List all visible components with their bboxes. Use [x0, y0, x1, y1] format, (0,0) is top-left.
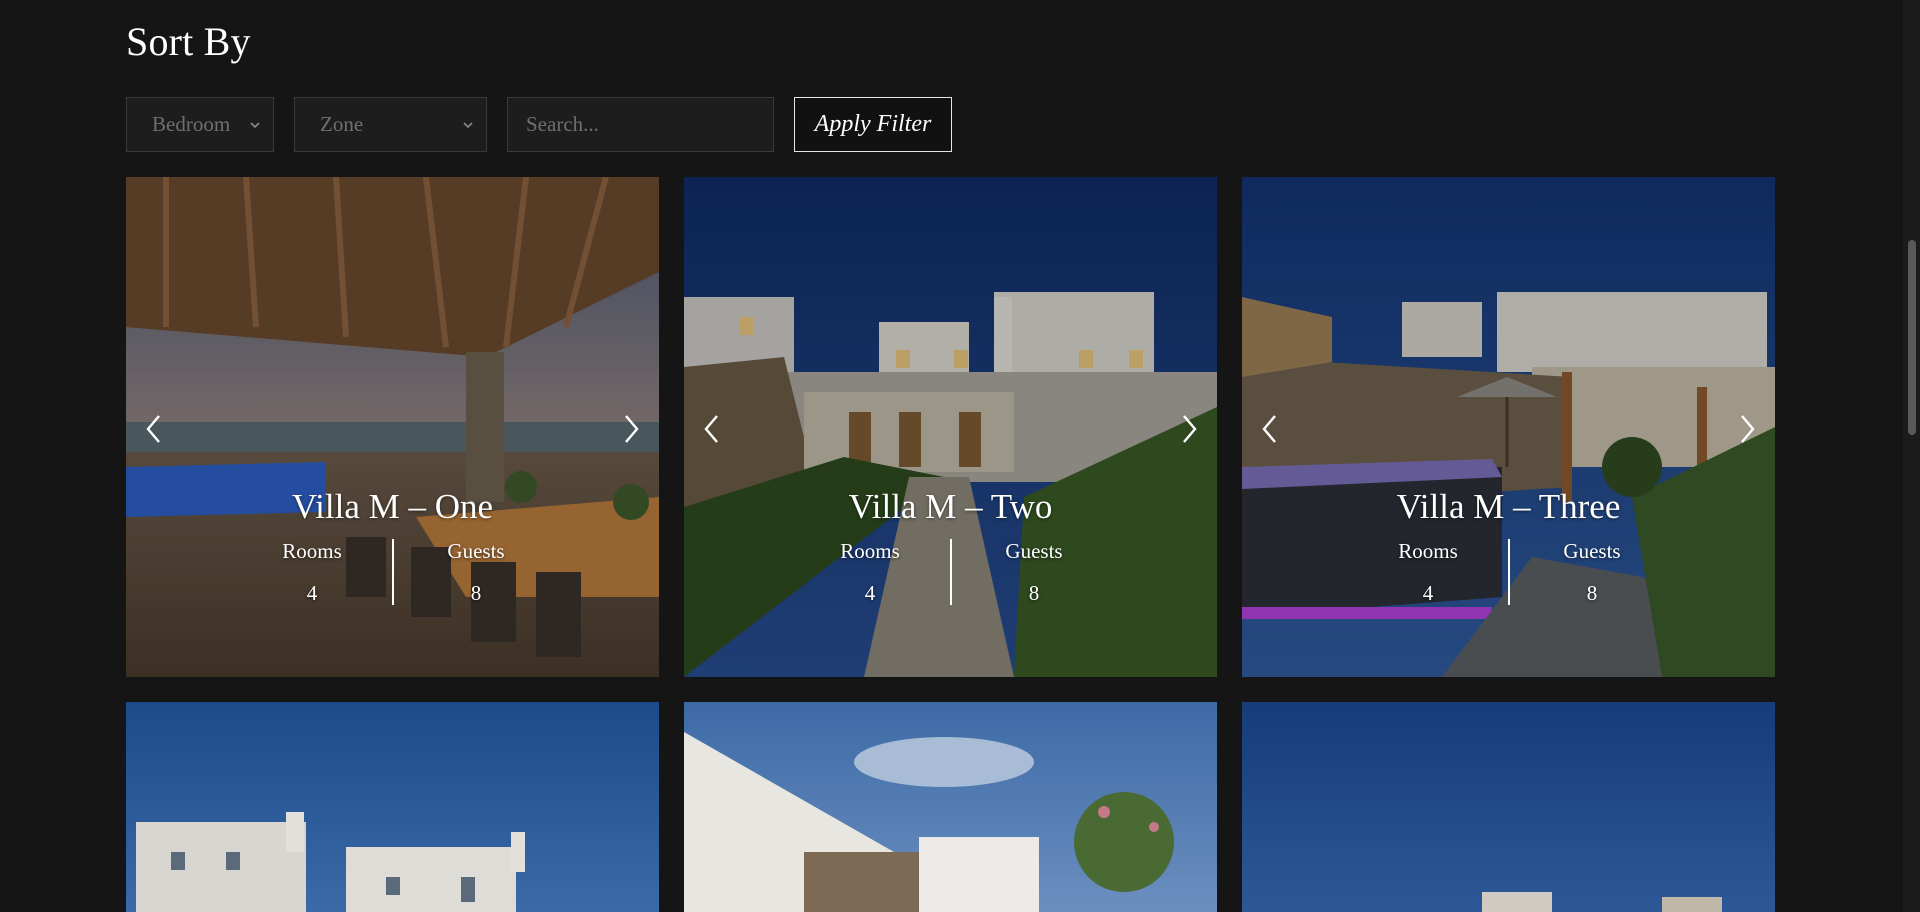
rooms-value: 4 [1422, 581, 1434, 605]
chevron-down-icon [250, 121, 260, 128]
chevron-right-icon[interactable] [1733, 412, 1761, 446]
guests-value: 8 [470, 581, 482, 605]
villa-photo [684, 702, 1217, 912]
villa-name: Villa M – One [291, 487, 494, 526]
villa-photo [1242, 702, 1775, 912]
zone-select[interactable]: Zone [294, 97, 487, 152]
bedroom-select-value: Bedroom [152, 112, 231, 136]
rooms-value: 4 [864, 581, 876, 605]
rooms-stat: Rooms 4 [252, 539, 372, 606]
guests-value: 8 [1028, 581, 1040, 605]
chevron-left-icon[interactable] [698, 412, 726, 446]
chevron-left-icon[interactable] [1256, 412, 1284, 446]
villa-stats: Rooms 4 Guests 8 [1242, 539, 1775, 605]
guests-stat: Guests 8 [974, 539, 1094, 606]
scrollbar-thumb[interactable] [1908, 240, 1916, 435]
rooms-label: Rooms [282, 539, 342, 563]
villa-stats: Rooms 4 Guests 8 [126, 539, 659, 605]
villa-name: Villa M – Three [1396, 487, 1621, 526]
guests-stat: Guests 8 [1532, 539, 1652, 606]
chevron-left-icon[interactable] [140, 412, 168, 446]
villa-card[interactable] [1242, 702, 1775, 912]
stat-divider [392, 539, 394, 605]
villa-photo [126, 702, 659, 912]
rooms-label: Rooms [1398, 539, 1458, 563]
villa-stats: Rooms 4 Guests 8 [684, 539, 1217, 605]
chevron-down-icon [463, 121, 473, 128]
guests-label: Guests [447, 539, 505, 563]
villa-name: Villa M – Two [848, 487, 1053, 526]
stat-divider [950, 539, 952, 605]
apply-filter-button[interactable]: Apply Filter [794, 97, 952, 152]
guests-value: 8 [1586, 581, 1598, 605]
chevron-right-icon[interactable] [1175, 412, 1203, 446]
rooms-stat: Rooms 4 [1368, 539, 1488, 606]
villa-card[interactable] [684, 702, 1217, 912]
page-scrollbar[interactable] [1903, 0, 1920, 912]
zone-select-value: Zone [320, 112, 364, 136]
search-input[interactable]: Search... [507, 97, 774, 152]
villa-card[interactable] [126, 702, 659, 912]
guests-stat: Guests 8 [416, 539, 536, 606]
page: Sort By Bedroom Zone Search... Apply Fil… [0, 0, 1920, 912]
rooms-label: Rooms [840, 539, 900, 563]
filter-bar: Bedroom Zone Search... Apply Filter [126, 97, 952, 152]
bedroom-select[interactable]: Bedroom [126, 97, 274, 152]
sort-by-heading: Sort By [126, 19, 251, 64]
guests-label: Guests [1005, 539, 1063, 563]
search-placeholder: Search... [526, 112, 599, 136]
villa-card[interactable]: Villa M – Three Rooms 4 Guests 8 [1242, 177, 1775, 677]
stat-divider [1508, 539, 1510, 605]
chevron-right-icon[interactable] [617, 412, 645, 446]
rooms-value: 4 [306, 581, 318, 605]
rooms-stat: Rooms 4 [810, 539, 930, 606]
villa-card[interactable]: Villa M – One Rooms 4 Guests 8 [126, 177, 659, 677]
guests-label: Guests [1563, 539, 1621, 563]
villa-card[interactable]: Villa M – Two Rooms 4 Guests 8 [684, 177, 1217, 677]
